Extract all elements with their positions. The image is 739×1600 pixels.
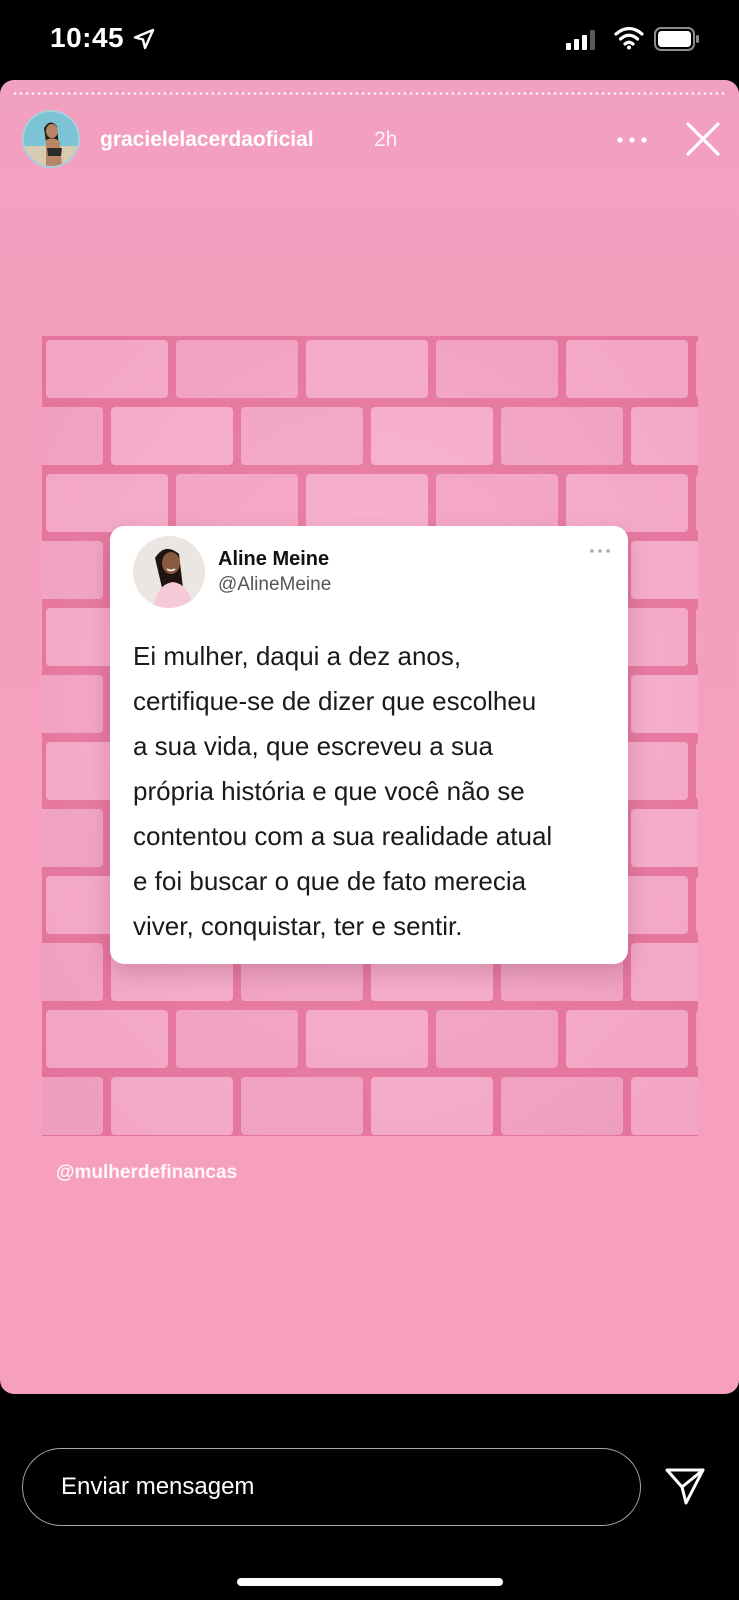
tweet-author-name: Aline Meine [218, 548, 330, 570]
more-options-icon[interactable] [612, 128, 652, 152]
image-credit[interactable]: @mulherdefinancas [56, 1162, 237, 1184]
status-time: 10:45 [50, 22, 125, 53]
tweet-text: Ei mulher, daqui a dez anos, certifique-… [133, 641, 553, 941]
battery-icon [654, 27, 699, 51]
story-username[interactable]: gracielelacerdaoficial [100, 128, 314, 152]
profile-avatar[interactable] [22, 110, 80, 168]
location-arrow-icon [133, 28, 155, 50]
wifi-icon [614, 26, 644, 50]
status-bar: 10:45 [0, 0, 739, 80]
send-icon[interactable] [664, 1466, 706, 1506]
tweet-more-icon [590, 549, 610, 553]
tweet-author-handle: @AlineMeine [218, 574, 332, 595]
tweet-author-avatar [133, 536, 205, 608]
cellular-signal-icon [566, 30, 595, 50]
story-time-ago: 2h [374, 128, 398, 151]
close-icon[interactable] [684, 120, 722, 158]
tweet-card: Aline Meine @AlineMeine Ei mulher, daqui… [110, 526, 628, 964]
story-progress-bar [12, 92, 727, 95]
instagram-story-screen: 10:45 gracielelacerdaoficial 2h Aline Me… [0, 0, 739, 1600]
send-message-input[interactable] [22, 1448, 641, 1526]
story-card[interactable]: gracielelacerdaoficial 2h Aline Meine @A… [0, 80, 739, 1394]
home-indicator[interactable] [237, 1578, 503, 1586]
